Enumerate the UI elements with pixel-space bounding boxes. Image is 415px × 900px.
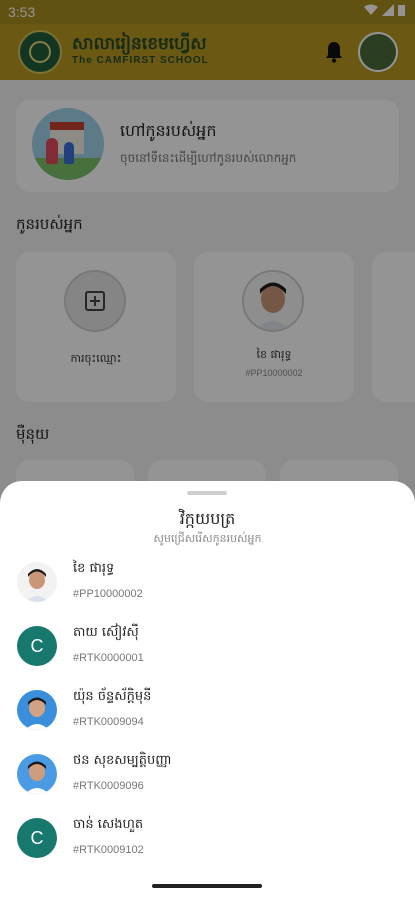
student-id: #PP10000002 [73, 588, 143, 600]
student-list-item[interactable]: ថន សុខសម្បត្តិបញ្ញា #RTK0009096 [0, 742, 415, 806]
home-indicator[interactable] [152, 884, 262, 888]
student-name: ខៃ ផារុទ្ធ [73, 561, 115, 576]
select-child-sheet: វិក្កយបត្រ សូមជ្រើសរើសកូនរបស់អ្នក ខៃ ផារ… [0, 481, 415, 900]
sheet-drag-handle[interactable] [187, 491, 227, 495]
student-list-item[interactable]: ខៃ ផារុទ្ធ #PP10000002 [0, 550, 415, 614]
student-id: #RTK0009096 [73, 780, 144, 792]
student-list-item[interactable]: C តាយ ស៊ៀវស៊ី #RTK0000001 [0, 614, 415, 678]
student-avatar-letter: C [17, 818, 57, 858]
student-name: យ៉ុន ច័ន្ទស័ក្តិមុនី [73, 689, 152, 704]
sheet-title: វិក្កយបត្រ [179, 509, 236, 528]
student-name: ថន សុខសម្បត្តិបញ្ញា [73, 753, 172, 768]
student-id: #RTK0000001 [73, 652, 144, 664]
student-avatar [17, 690, 57, 730]
student-name: តាយ ស៊ៀវស៊ី [73, 625, 139, 640]
student-avatar [17, 754, 57, 794]
student-list-item[interactable]: យ៉ុន ច័ន្ទស័ក្តិមុនី #RTK0009094 [0, 678, 415, 742]
student-list-item[interactable]: C ចាន់ សេងហួត #RTK0009102 [0, 806, 415, 870]
system-nav-bar [0, 877, 415, 900]
student-name: ចាន់ សេងហួត [73, 817, 144, 832]
student-id: #RTK0009094 [73, 716, 144, 728]
student-id: #RTK0009102 [73, 844, 144, 856]
sheet-subtitle: សូមជ្រើសរើសកូនរបស់អ្នក [153, 532, 262, 545]
student-avatar-letter: C [17, 626, 57, 666]
student-avatar [17, 562, 57, 602]
